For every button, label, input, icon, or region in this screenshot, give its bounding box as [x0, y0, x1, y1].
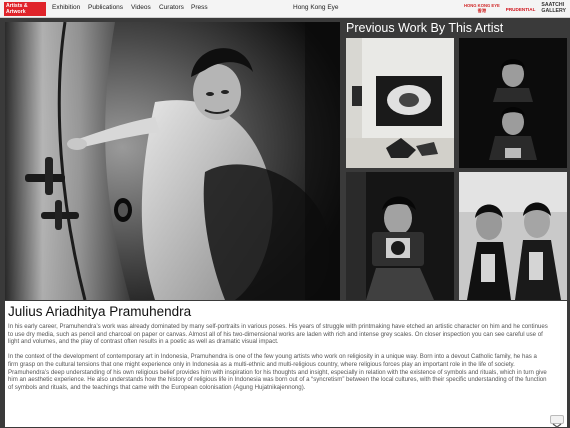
- bio-paragraph-1: In his early career, Pramuhendra’s work …: [8, 323, 548, 346]
- artist-biography: In his early career, Pramuhendra’s work …: [8, 323, 548, 399]
- chevron-down-icon: [552, 423, 562, 428]
- previous-work-thumb-2[interactable]: [459, 38, 567, 168]
- artists-artwork-logo[interactable]: Artists & Artwork: [4, 2, 46, 16]
- main-artwork-image: [5, 22, 340, 300]
- previous-work-thumb-3[interactable]: [346, 172, 454, 300]
- sponsor-logos: HONG KONG EYE 香港 PRUDENTIAL SAATCHI GALL…: [464, 2, 566, 16]
- two-figures-image: [459, 172, 567, 300]
- saatchi-logo-line-2: GALLERY: [541, 8, 566, 14]
- saatchi-gallery-logo: SAATCHI GALLERY: [541, 3, 566, 14]
- top-nav-bar: Artists & Artwork Exhibition Publication…: [0, 0, 570, 18]
- artwork-bathtub-self-portrait: [5, 22, 340, 300]
- nav-videos[interactable]: Videos: [131, 4, 151, 11]
- hk-eye-logo-chinese: 香港: [477, 8, 487, 13]
- nav-publications[interactable]: Publications: [88, 4, 123, 11]
- gallery-installation-image: [346, 38, 454, 168]
- nav-curators[interactable]: Curators: [159, 4, 184, 11]
- nav-exhibition[interactable]: Exhibition: [52, 4, 80, 11]
- man-with-camera-image: [346, 172, 454, 300]
- previous-work-thumb-4[interactable]: [459, 172, 567, 300]
- artist-name: Julius Ariadhitya Pramuhendra: [8, 304, 192, 319]
- nav-press[interactable]: Press: [191, 4, 208, 11]
- hong-kong-eye-logo: HONG KONG EYE 香港: [464, 4, 500, 13]
- twin-portrait-image: [459, 38, 567, 168]
- prudential-logo: PRUDENTIAL: [505, 6, 536, 12]
- nav-hong-kong-eye[interactable]: Hong Kong Eye: [293, 4, 339, 11]
- previous-work-title: Previous Work By This Artist: [346, 21, 504, 35]
- bio-paragraph-2: In the context of the development of con…: [8, 353, 547, 391]
- artist-info-panel: Julius Ariadhitya Pramuhendra In his ear…: [5, 301, 567, 428]
- previous-work-thumb-1[interactable]: [346, 38, 454, 168]
- brand-line-2: Artwork: [6, 9, 26, 16]
- scroll-down-button[interactable]: [550, 415, 564, 428]
